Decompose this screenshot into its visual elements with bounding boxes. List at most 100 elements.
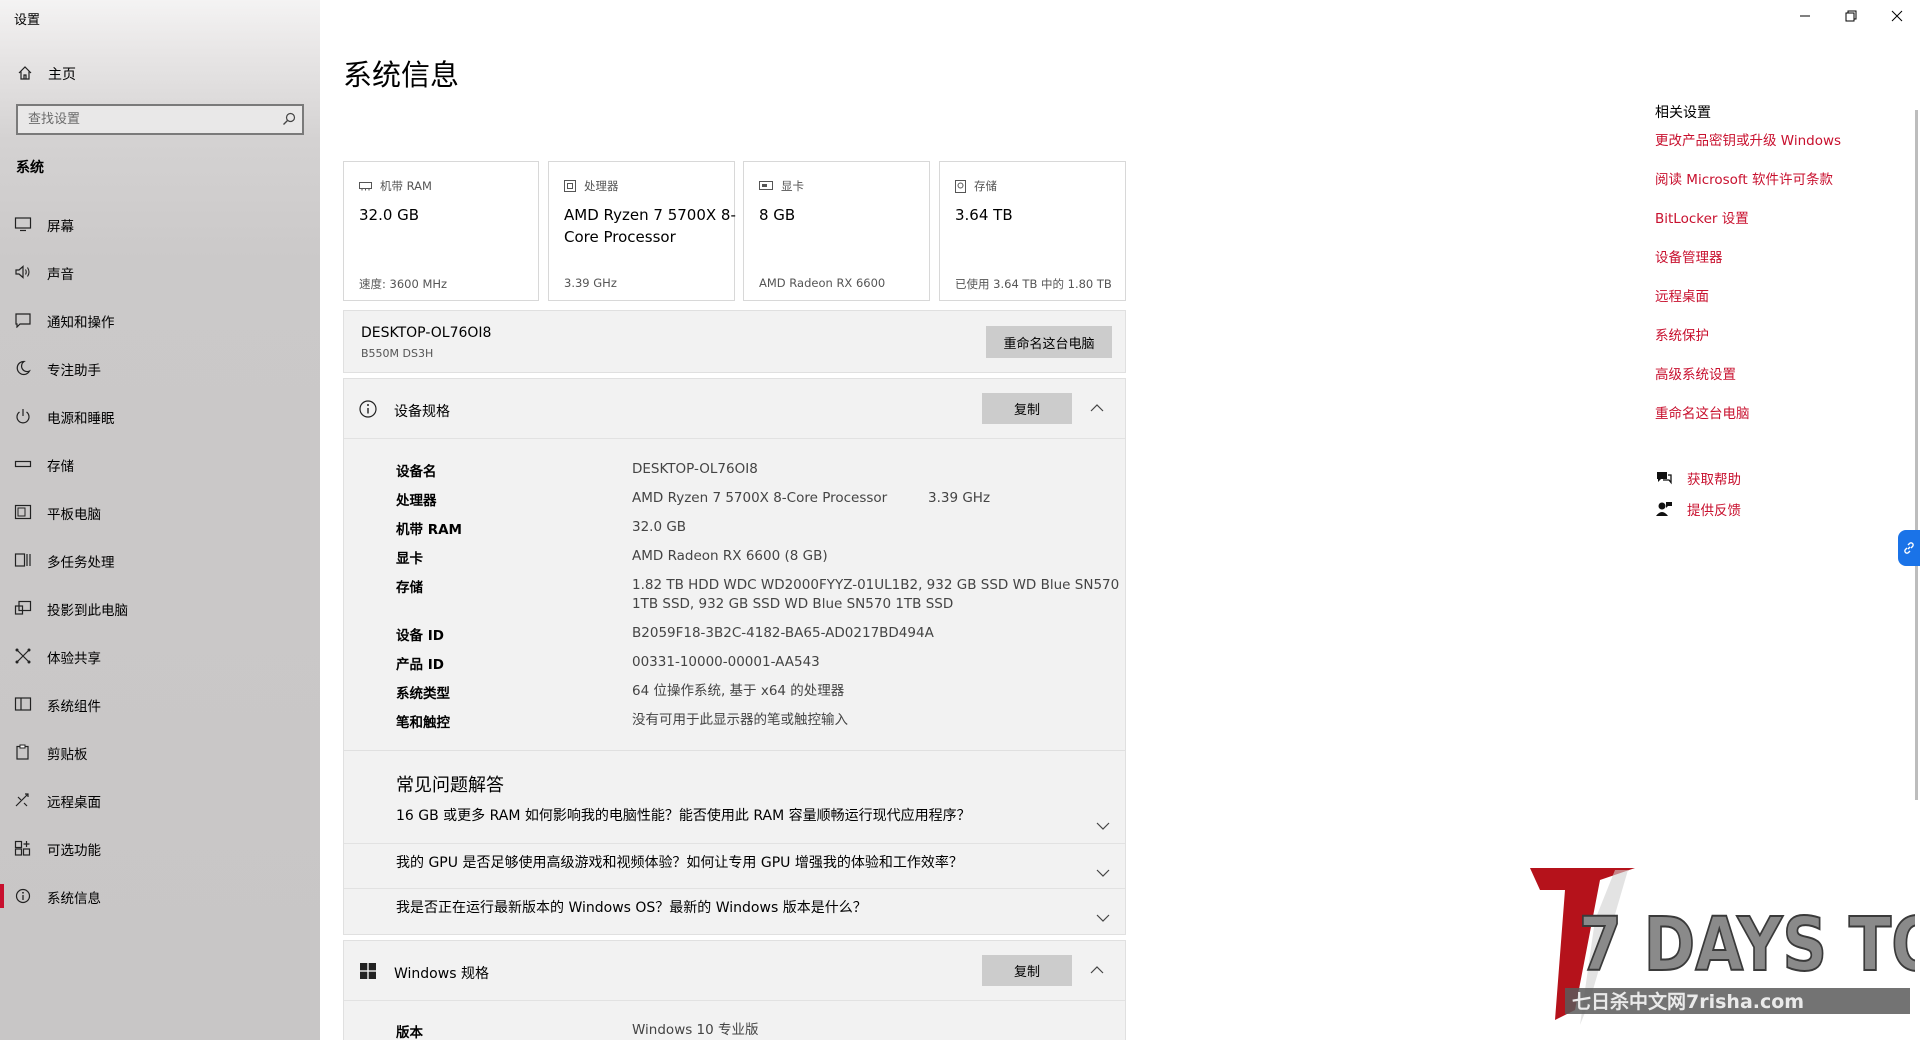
sidebar-item-optional-features[interactable]: 可选功能 [0, 824, 320, 872]
sidebar-item-label: 专注助手 [47, 363, 101, 379]
active-indicator [0, 884, 4, 908]
multitask-icon [14, 553, 31, 567]
rename-pc-button[interactable]: 重命名这台电脑 [986, 326, 1112, 358]
monitor-icon [14, 217, 32, 232]
scrollbar[interactable] [1915, 110, 1918, 800]
link-advanced-settings[interactable]: 高级系统设置 [1655, 363, 1736, 383]
sidebar-item-tablet[interactable]: 平板电脑 [0, 488, 320, 536]
faq-title: 常见问题解答 [396, 775, 504, 796]
device-spec-header[interactable]: 设备规格 复制 [344, 379, 1125, 439]
windows-icon [360, 963, 376, 979]
faq-item[interactable]: 我的 GPU 是否足够使用高级游戏和视频体验？如何让专用 GPU 增强我的体验和… [344, 843, 1125, 888]
feedback-link[interactable]: 提供反馈 [1655, 499, 1741, 519]
windows-spec-panel: Windows 规格 复制 版本 Windows 10 专业版 [343, 940, 1126, 1040]
sidebar-item-power[interactable]: 电源和睡眠 [0, 392, 320, 440]
spec-key: 设备名 [396, 464, 437, 480]
card-header: 处理器 [564, 178, 619, 194]
spec-value: Windows 10 专业版 [632, 1022, 759, 1038]
link-license-terms[interactable]: 阅读 Microsoft 软件许可条款 [1655, 168, 1833, 188]
sidebar-item-shared-experiences[interactable]: 体验共享 [0, 632, 320, 680]
sidebar-item-project[interactable]: 投影到此电脑 [0, 584, 320, 632]
related-settings-title: 相关设置 [1655, 105, 1711, 121]
sidebar-item-focus-assist[interactable]: 专注助手 [0, 344, 320, 392]
close-icon [1891, 10, 1903, 22]
faq-question: 我是否正在运行最新版本的 Windows OS？最新的 Windows 版本是什… [396, 900, 867, 916]
pc-model: B550M DS3H [361, 347, 434, 360]
copy-windows-spec-button[interactable]: 复制 [982, 955, 1072, 986]
faq-item[interactable]: 16 GB 或更多 RAM 如何影响我的电脑性能？能否使用此 RAM 容量顺畅运… [344, 797, 1125, 842]
card-header: 显卡 [759, 178, 804, 194]
power-icon [16, 409, 30, 424]
sidebar-item-home[interactable]: 主页 [0, 58, 320, 88]
copy-device-spec-button[interactable]: 复制 [982, 393, 1072, 424]
link-bitlocker[interactable]: BitLocker 设置 [1655, 207, 1749, 227]
spec-value: 1.82 TB HDD WDC WD2000FYYZ-01UL1B2, 932 … [632, 577, 1120, 593]
card-value: 32.0 GB [359, 206, 420, 224]
storage-icon [14, 460, 32, 468]
windows-spec-header[interactable]: Windows 规格 复制 [344, 941, 1125, 1001]
sidebar-item-label: 存储 [47, 459, 74, 475]
ram-icon [359, 182, 372, 191]
restore-icon [1845, 10, 1857, 22]
remote-icon [15, 793, 29, 807]
spec-value: B2059F18-3B2C-4182-BA65-AD0217BD494A [632, 625, 934, 641]
sidebar-item-about[interactable]: 系统信息 [0, 872, 320, 920]
spec-value-speed: 3.39 GHz [928, 490, 991, 506]
search-input[interactable] [18, 106, 258, 133]
project-icon [14, 600, 32, 615]
sidebar-item-storage[interactable]: 存储 [0, 440, 320, 488]
minimize-icon [1800, 15, 1810, 17]
link-change-product-key[interactable]: 更改产品密钥或升级 Windows [1655, 129, 1841, 149]
page-title: 系统信息 [343, 58, 460, 92]
faq-item[interactable]: 我是否正在运行最新版本的 Windows OS？最新的 Windows 版本是什… [344, 888, 1125, 933]
chat-help-icon [1657, 472, 1672, 485]
info-icon [15, 888, 31, 904]
card-header-label: 机带 RAM [380, 179, 432, 193]
close-button[interactable] [1874, 0, 1920, 32]
sidebar-item-label: 剪贴板 [47, 747, 88, 763]
minimize-button[interactable] [1782, 0, 1828, 32]
card-value: 3.64 TB [955, 206, 1013, 224]
sidebar-item-clipboard[interactable]: 剪贴板 [0, 728, 320, 776]
sidebar: 设置 主页 系统 屏幕 声音 通知和操作 专注助手 电源和睡眠 [0, 0, 320, 1040]
spec-key: 系统类型 [396, 686, 450, 702]
tablet-icon [14, 504, 32, 520]
sidebar-item-label: 平板电脑 [47, 507, 101, 523]
sidebar-item-remote-desktop[interactable]: 远程桌面 [0, 776, 320, 824]
pc-name: DESKTOP-OL76OI8 [361, 325, 492, 341]
sidebar-item-label: 主页 [48, 67, 76, 83]
sidebar-item-display[interactable]: 屏幕 [0, 200, 320, 248]
storage-card: 存储 3.64 TB 已使用 3.64 TB 中的 1.80 TB [939, 161, 1126, 301]
card-header: 机带 RAM [359, 178, 432, 194]
link-system-protection[interactable]: 系统保护 [1655, 324, 1709, 344]
sidebar-item-multitasking[interactable]: 多任务处理 [0, 536, 320, 584]
get-help-label: 获取帮助 [1687, 472, 1741, 488]
watermark-caption: 七日杀中文网7risha.com [1572, 990, 1804, 1013]
home-icon [18, 66, 32, 80]
spec-key: 处理器 [396, 493, 437, 509]
link-remote-desktop[interactable]: 远程桌面 [1655, 285, 1709, 305]
search-icon[interactable] [282, 112, 296, 126]
spec-value: 没有可用于此显示器的笔或触控输入 [632, 712, 848, 728]
notification-icon [15, 313, 31, 328]
chevron-up-icon[interactable] [1090, 401, 1104, 415]
faq-question: 我的 GPU 是否足够使用高级游戏和视频体验？如何让专用 GPU 增强我的体验和… [396, 855, 963, 871]
card-footer: 已使用 3.64 TB 中的 1.80 TB [955, 277, 1112, 291]
get-help-link[interactable]: 获取帮助 [1655, 468, 1741, 488]
chevron-up-icon[interactable] [1090, 963, 1104, 977]
sidebar-item-label: 屏幕 [47, 219, 74, 235]
spec-key: 显卡 [396, 551, 423, 567]
sidebar-item-system-components[interactable]: 系统组件 [0, 680, 320, 728]
sidebar-item-label: 声音 [47, 267, 74, 283]
restore-button[interactable] [1828, 0, 1874, 32]
link-rename-pc[interactable]: 重命名这台电脑 [1655, 402, 1750, 422]
sidebar-item-sound[interactable]: 声音 [0, 248, 320, 296]
feedback-label: 提供反馈 [1687, 503, 1741, 519]
link-device-manager[interactable]: 设备管理器 [1655, 246, 1723, 266]
sidebar-item-label: 体验共享 [47, 651, 101, 667]
spec-key: 产品 ID [396, 657, 444, 673]
floating-link-tab[interactable] [1898, 530, 1920, 566]
sidebar-item-notifications[interactable]: 通知和操作 [0, 296, 320, 344]
ram-card: 机带 RAM 32.0 GB 速度: 3600 MHz [343, 161, 539, 301]
search-box[interactable] [16, 104, 304, 135]
